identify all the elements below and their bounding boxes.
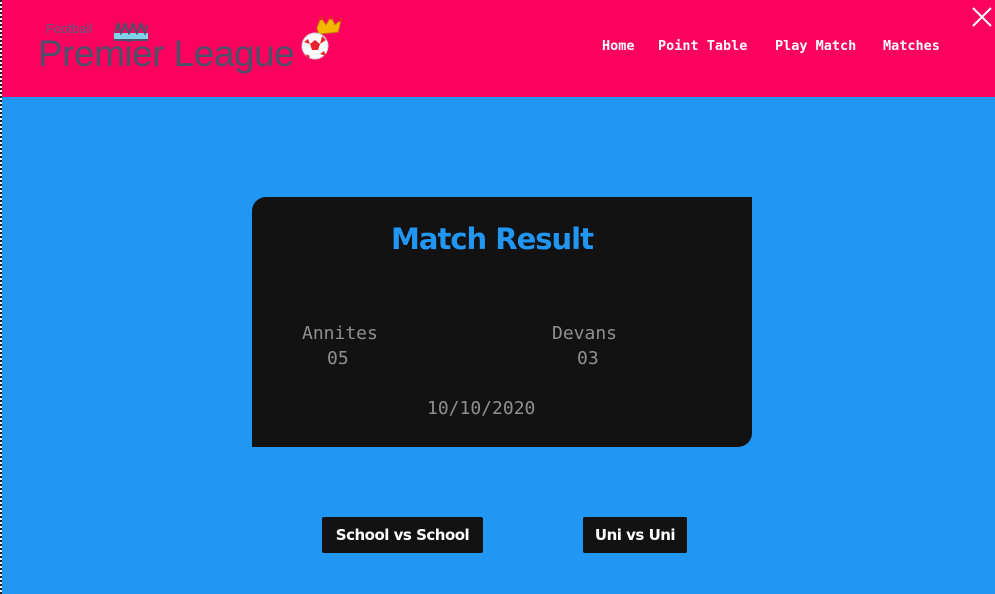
- uni-vs-uni-button[interactable]: Uni vs Uni: [583, 517, 687, 553]
- nav-home[interactable]: Home: [602, 38, 635, 54]
- match-date: 10/10/2020: [427, 398, 536, 419]
- soccer-ball-icon: [301, 16, 343, 60]
- team2-name: Devans: [552, 323, 618, 344]
- nav-matches[interactable]: Matches: [883, 38, 940, 54]
- team1-score: 05: [327, 348, 349, 369]
- school-vs-school-button[interactable]: School vs School: [322, 517, 483, 553]
- match-result-card: Match Result Annites 05 Devans 03 10/10/…: [252, 197, 752, 447]
- header: Football Premier League Home Point Table…: [2, 0, 995, 97]
- logo-main-text: Premier League: [38, 33, 295, 74]
- close-icon[interactable]: [971, 6, 993, 28]
- team2-score: 03: [577, 348, 599, 369]
- nav-point-table[interactable]: Point Table: [658, 38, 747, 54]
- card-title: Match Result: [391, 222, 594, 256]
- nav-play-match[interactable]: Play Match: [775, 38, 856, 54]
- team1-name: Annites: [302, 323, 378, 344]
- premier-league-logo[interactable]: Football Premier League: [38, 16, 348, 82]
